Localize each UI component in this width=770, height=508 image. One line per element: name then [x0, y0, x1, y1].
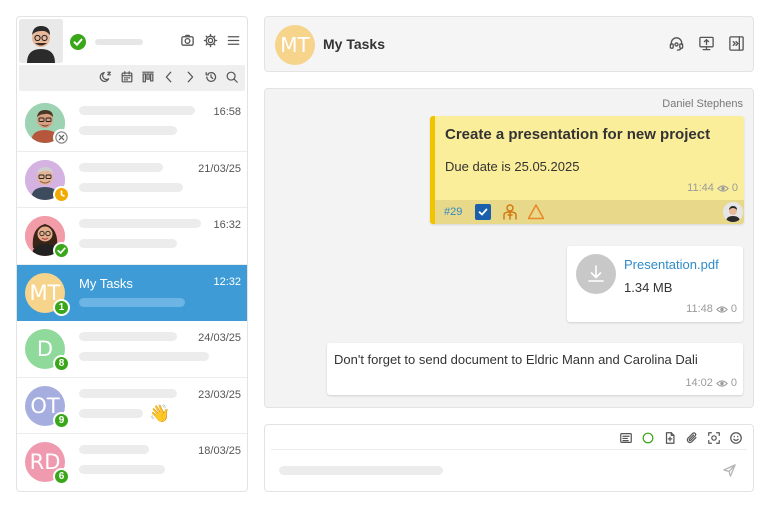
task-title: Create a presentation for new project [445, 126, 711, 143]
contacts-panel: 16:58 21/03/25 16:32 MT 1 My Tasks 12:32… [16, 16, 248, 492]
preview-placeholder [79, 352, 209, 361]
message-composer [264, 424, 754, 492]
name-placeholder [79, 332, 177, 341]
contacts-toolbar [19, 65, 245, 91]
contact-time: 16:32 [213, 219, 241, 231]
emoji-icon[interactable] [729, 431, 743, 445]
unread-count-badge: 9 [53, 411, 70, 429]
task-due-date: Due date is 25.05.2025 [445, 159, 580, 174]
menu-icon[interactable] [226, 33, 241, 48]
waving-hand-emoji: 👋 [149, 403, 171, 423]
contact-time: 21/03/25 [198, 162, 241, 175]
assignee-avatar[interactable] [723, 202, 743, 222]
message-area: Daniel Stephens Create a presentation fo… [264, 88, 754, 408]
contact-item[interactable]: RD 6 18/03/25 [17, 434, 247, 491]
contact-item-my-tasks[interactable]: MT 1 My Tasks 12:32 [17, 264, 247, 321]
contact-time: 23/03/25 [198, 388, 241, 401]
panel-toggle-icon[interactable] [728, 35, 745, 52]
file-meta: 11:48 0 [686, 303, 737, 315]
unread-count-badge: 1 [53, 298, 70, 316]
task-actions-bar: #29 [435, 200, 744, 224]
message-meta: 14:02 0 [685, 377, 737, 389]
away-clock-icon [53, 185, 70, 203]
contact-time: 18/03/25 [198, 445, 241, 457]
attach-document-icon[interactable] [663, 431, 677, 445]
paperclip-icon[interactable] [685, 431, 699, 445]
task-meta: 11:44 0 [687, 182, 738, 194]
unread-count-badge: 6 [53, 468, 70, 485]
task-complete-checkbox[interactable] [475, 204, 491, 220]
preview-placeholder [79, 408, 143, 418]
online-status-icon [53, 242, 70, 259]
online-status-icon [70, 34, 86, 50]
file-name-link[interactable]: Presentation.pdf [624, 257, 719, 272]
preview-placeholder [79, 465, 165, 474]
template-icon[interactable] [619, 431, 633, 445]
history-icon[interactable] [204, 70, 218, 84]
unread-count-badge: 8 [53, 355, 70, 372]
chevron-right-icon[interactable] [183, 70, 197, 84]
eye-icon [717, 184, 729, 192]
message-bubble[interactable]: Don't forget to send document to Eldric … [327, 343, 743, 395]
messenger-window: 16:58 21/03/25 16:32 MT 1 My Tasks 12:32… [0, 0, 770, 508]
task-card[interactable]: Create a presentation for new project Du… [430, 116, 744, 224]
sleep-icon[interactable] [99, 70, 113, 84]
contact-time: 16:58 [213, 106, 241, 118]
contact-time: 24/03/25 [198, 332, 241, 344]
message-text: Don't forget to send document to Eldric … [334, 352, 698, 367]
chat-header: MT My Tasks [264, 16, 754, 72]
message-views: 0 [730, 377, 737, 389]
contact-item[interactable]: 21/03/25 [17, 152, 247, 208]
name-placeholder [79, 445, 149, 454]
file-views: 0 [730, 303, 737, 315]
name-placeholder [79, 106, 195, 115]
chat-title: My Tasks [323, 36, 385, 52]
status-circle-icon[interactable] [641, 431, 655, 445]
my-name-placeholder [95, 39, 143, 45]
eye-icon [716, 379, 728, 387]
task-number[interactable]: #29 [444, 206, 462, 218]
contact-name: My Tasks [79, 275, 133, 291]
preview-placeholder [79, 239, 177, 248]
download-icon[interactable] [576, 254, 616, 294]
status-badge [53, 129, 70, 146]
search-icon[interactable] [225, 70, 239, 84]
chevron-left-icon[interactable] [162, 70, 176, 84]
my-avatar[interactable] [19, 19, 63, 63]
file-attachment[interactable]: Presentation.pdf 1.34 MB 11:48 0 [567, 246, 743, 322]
task-time: 11:44 [687, 182, 714, 194]
preview-placeholder [79, 182, 183, 192]
file-size: 1.34 MB [624, 280, 673, 295]
warning-icon[interactable] [527, 203, 545, 224]
message-input-placeholder[interactable] [279, 466, 443, 475]
composer-divider [271, 449, 747, 450]
name-placeholder [79, 162, 163, 172]
screenshot-icon[interactable] [707, 431, 721, 445]
name-placeholder [79, 219, 201, 228]
kanban-icon[interactable] [141, 70, 155, 84]
calendar-icon[interactable] [120, 70, 134, 84]
gear-icon[interactable] [203, 33, 218, 48]
chat-avatar[interactable]: MT [275, 25, 315, 65]
camera-icon[interactable] [180, 33, 195, 48]
name-placeholder [79, 388, 177, 398]
contact-item[interactable]: D 8 24/03/25 [17, 321, 247, 378]
assign-user-icon[interactable] [501, 203, 519, 224]
preview-placeholder [79, 126, 177, 135]
preview-placeholder [79, 297, 185, 307]
contact-item[interactable]: OT 9 👋 23/03/25 [17, 378, 247, 434]
my-profile-row [17, 17, 247, 65]
screen-share-icon[interactable] [698, 35, 715, 52]
eye-icon [716, 305, 728, 313]
task-views: 0 [731, 182, 738, 194]
file-time: 11:48 [686, 303, 713, 315]
contact-time: 12:32 [213, 275, 241, 288]
message-time: 14:02 [685, 377, 713, 389]
sender-name: Daniel Stephens [662, 98, 743, 110]
contact-item[interactable]: 16:58 [17, 95, 247, 152]
contact-item[interactable]: 16:32 [17, 208, 247, 265]
send-icon[interactable] [722, 463, 737, 478]
contact-list: 16:58 21/03/25 16:32 MT 1 My Tasks 12:32… [17, 95, 247, 491]
support-icon[interactable] [668, 35, 685, 52]
